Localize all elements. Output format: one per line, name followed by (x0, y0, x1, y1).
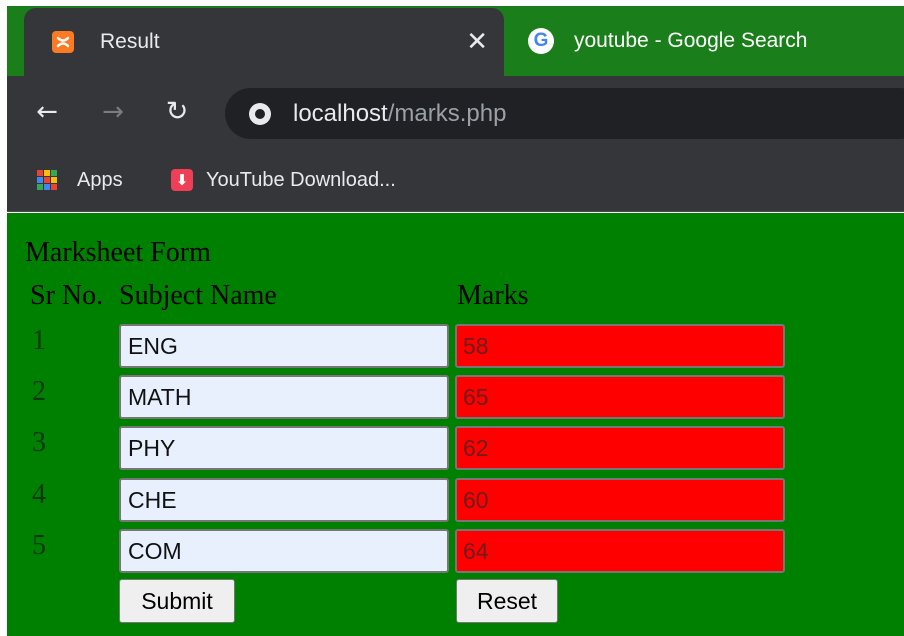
bookmark-youtube-download[interactable]: ⬇ YouTube Download... (171, 165, 396, 195)
forward-arrow-icon[interactable]: → (97, 96, 129, 128)
site-info-icon[interactable] (249, 102, 271, 125)
tab-youtube-search[interactable]: G youtube - Google Search (522, 8, 882, 74)
close-tab-icon[interactable]: ✕ (466, 28, 488, 54)
subject-input[interactable] (119, 529, 449, 573)
bookmarks-bar: Apps ⬇ YouTube Download... (7, 149, 904, 212)
marks-input[interactable] (455, 426, 785, 470)
subject-input[interactable] (119, 324, 449, 368)
form-title: Marksheet Form (25, 237, 211, 268)
marks-input[interactable] (455, 375, 785, 419)
download-icon: ⬇ (171, 169, 193, 191)
bookmark-apps[interactable]: Apps (37, 165, 123, 195)
column-header-sr: Sr No. (30, 280, 104, 311)
back-arrow-icon[interactable]: ← (31, 96, 63, 128)
submit-button[interactable]: Submit (119, 579, 235, 623)
browser-window: Result ✕ G youtube - Google Search ← → ↻… (7, 6, 904, 636)
row-serial-number: 5 (32, 530, 46, 561)
row-serial-number: 3 (32, 427, 46, 458)
marks-input[interactable] (455, 324, 785, 368)
subject-input[interactable] (119, 375, 449, 419)
url-host: localhost (293, 99, 388, 127)
subject-input[interactable] (119, 426, 449, 470)
reload-icon[interactable]: ↻ (161, 96, 193, 128)
bookmark-label: Apps (77, 168, 123, 191)
url-path: /marks.php (387, 99, 507, 127)
bookmark-label: YouTube Download... (206, 168, 396, 191)
row-serial-number: 1 (32, 325, 46, 356)
reset-button[interactable]: Reset (456, 579, 558, 623)
column-header-marks: Marks (457, 280, 529, 311)
marks-input[interactable] (455, 478, 785, 522)
tab-title: youtube - Google Search (574, 29, 808, 52)
column-header-subject: Subject Name (119, 280, 277, 311)
page-content: Marksheet Form Sr No. Subject Name Marks… (7, 213, 904, 636)
tab-strip: Result ✕ G youtube - Google Search (7, 6, 904, 76)
apps-grid-icon (37, 170, 57, 190)
tab-result[interactable]: Result ✕ (24, 8, 504, 76)
row-serial-number: 2 (32, 376, 46, 407)
marks-input[interactable] (455, 529, 785, 573)
subject-input[interactable] (119, 478, 449, 522)
google-icon: G (528, 28, 554, 54)
row-serial-number: 4 (32, 479, 46, 510)
tab-title: Result (100, 30, 160, 53)
address-bar[interactable]: localhost/marks.php (225, 88, 904, 139)
xampp-icon (52, 31, 74, 53)
browser-toolbar: ← → ↻ localhost/marks.php (7, 76, 904, 149)
